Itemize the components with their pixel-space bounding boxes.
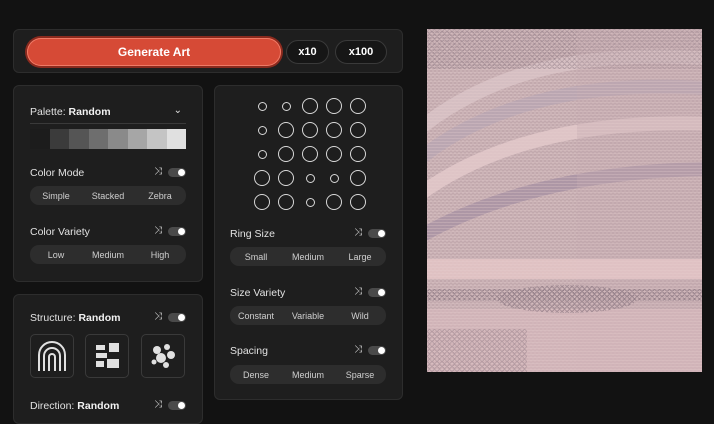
shuffle-icon[interactable]: ⤨ (154, 399, 162, 410)
structure-label: Structure: (30, 312, 76, 324)
color-variety-low[interactable]: Low (30, 250, 82, 260)
palette-divider (30, 123, 186, 124)
spacing-toggle[interactable] (368, 346, 386, 355)
structure-toggle[interactable] (168, 313, 186, 322)
color-mode-zebra[interactable]: Zebra (134, 191, 186, 201)
ring-preview-circle (302, 122, 318, 138)
color-variety-medium[interactable]: Medium (82, 250, 134, 260)
ring-size-small[interactable]: Small (230, 252, 282, 262)
color-mode-toggle[interactable] (168, 168, 186, 177)
palette-value: Random (68, 106, 111, 118)
spacing-sparse[interactable]: Sparse (334, 370, 386, 380)
ring-size-medium[interactable]: Medium (282, 252, 334, 262)
structure-value: Random (78, 312, 121, 324)
size-variety-label: Size Variety (230, 287, 286, 299)
ring-preview-circle (278, 194, 294, 210)
palette-swatch (49, 129, 69, 149)
palette-swatch (69, 129, 89, 149)
color-variety-segmented[interactable]: Low Medium High (30, 245, 186, 264)
palette-swatch (30, 129, 50, 149)
direction-toggle[interactable] (168, 401, 186, 410)
size-variety-constant[interactable]: Constant (230, 311, 282, 321)
ring-preview (250, 94, 370, 214)
ring-preview-circle (254, 170, 270, 186)
ring-preview-circle (305, 173, 315, 183)
ring-preview-circle (350, 122, 366, 138)
size-variety-segmented[interactable]: Constant Variable Wild (230, 306, 386, 325)
size-variety-toggle[interactable] (368, 288, 386, 297)
spacing-dense[interactable]: Dense (230, 370, 282, 380)
artwork-canvas (427, 29, 702, 372)
color-variety-label: Color Variety (30, 226, 90, 238)
ring-preview-circle (257, 101, 267, 111)
chevron-down-icon: ⌄ (173, 105, 182, 116)
palette-swatch (108, 129, 128, 149)
structure-dots-button[interactable] (141, 334, 185, 378)
ring-preview-circle (350, 98, 366, 114)
ring-preview-circle (302, 146, 318, 162)
ring-size-toggle[interactable] (368, 229, 386, 238)
palette-select[interactable]: Palette: Random ⌄ (30, 105, 186, 118)
dots-cluster-icon (151, 344, 175, 368)
ring-preview-circle (278, 170, 294, 186)
palette-swatch (88, 129, 108, 149)
ring-preview-circle (281, 101, 291, 111)
structure-select[interactable]: Structure: Random (30, 312, 120, 324)
blocks-icon (96, 343, 119, 368)
ring-preview-circle (257, 125, 267, 135)
shuffle-icon[interactable]: ⤨ (354, 344, 362, 355)
shuffle-icon[interactable]: ⤨ (354, 286, 362, 297)
spacing-label: Spacing (230, 345, 268, 357)
ring-preview-circle (278, 146, 294, 162)
color-mode-segmented[interactable]: Simple Stacked Zebra (30, 186, 186, 205)
ring-preview-circle (326, 98, 342, 114)
ring-preview-circle (254, 194, 270, 210)
ring-preview-circle (302, 98, 318, 114)
ring-preview-circle (326, 122, 342, 138)
color-variety-toggle[interactable] (168, 227, 186, 236)
size-variety-variable[interactable]: Variable (282, 311, 334, 321)
spacing-segmented[interactable]: Dense Medium Sparse (230, 365, 386, 384)
color-mode-label: Color Mode (30, 167, 85, 179)
shuffle-icon[interactable]: ⤨ (354, 227, 362, 238)
palette-swatch (147, 129, 167, 149)
ring-preview-circle (350, 146, 366, 162)
color-mode-simple[interactable]: Simple (30, 191, 82, 201)
direction-value: Random (77, 400, 120, 412)
structure-blocks-button[interactable] (85, 334, 129, 378)
ring-preview-circle (329, 173, 339, 183)
shuffle-icon[interactable]: ⤨ (154, 311, 162, 322)
generate-art-button[interactable]: Generate Art (27, 38, 281, 66)
arch-icon (38, 341, 66, 371)
direction-select[interactable]: Direction: Random (30, 400, 119, 412)
ring-size-segmented[interactable]: Small Medium Large (230, 247, 386, 266)
artwork-image (427, 29, 702, 372)
ring-preview-circle (350, 194, 366, 210)
structure-arch-button[interactable] (30, 334, 74, 378)
ring-size-large[interactable]: Large (334, 252, 386, 262)
size-variety-wild[interactable]: Wild (334, 311, 386, 321)
palette-swatch (127, 129, 147, 149)
ring-preview-circle (326, 146, 342, 162)
shuffle-icon[interactable]: ⤨ (154, 225, 162, 236)
palette-swatches (30, 129, 186, 149)
ring-size-label: Ring Size (230, 228, 275, 240)
palette-swatch (166, 129, 186, 149)
ring-preview-circle (326, 194, 342, 210)
ring-preview-circle (350, 170, 366, 186)
spacing-medium[interactable]: Medium (282, 370, 334, 380)
x10-button[interactable]: x10 (286, 40, 329, 64)
ring-preview-circle (278, 122, 294, 138)
x100-button[interactable]: x100 (335, 40, 387, 64)
direction-label: Direction: (30, 400, 75, 412)
ring-preview-circle (305, 197, 315, 207)
palette-label: Palette: (30, 106, 66, 118)
ring-preview-circle (257, 149, 267, 159)
color-mode-stacked[interactable]: Stacked (82, 191, 134, 201)
shuffle-icon[interactable]: ⤨ (154, 166, 162, 177)
color-variety-high[interactable]: High (134, 250, 186, 260)
